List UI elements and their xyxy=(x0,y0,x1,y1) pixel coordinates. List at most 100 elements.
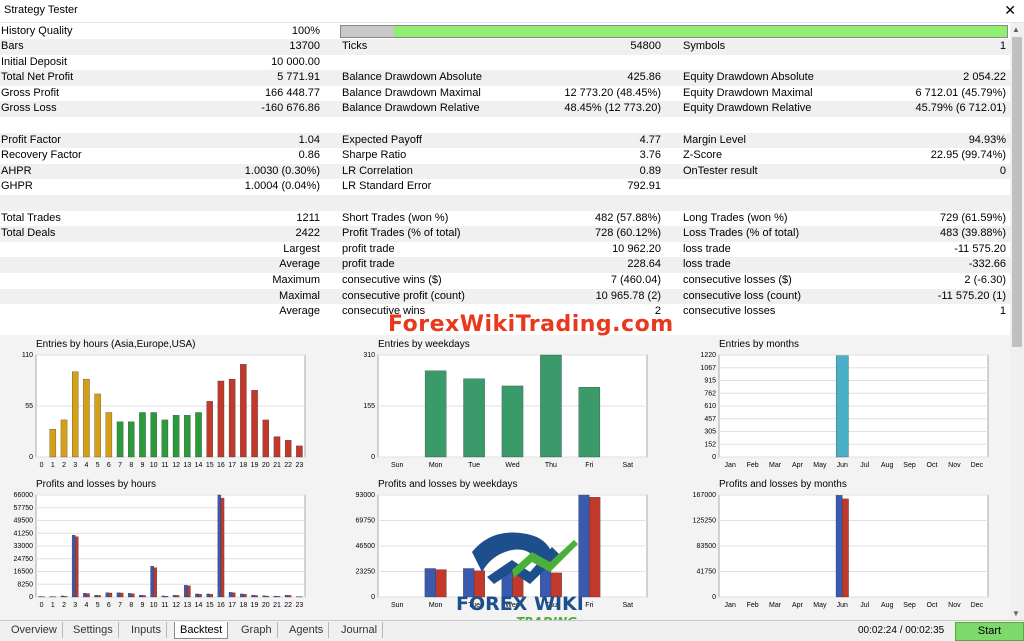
vertical-scrollbar[interactable]: ▲ ▼ xyxy=(1010,23,1024,620)
bar xyxy=(296,446,302,457)
x-tick-label: 2 xyxy=(62,462,66,469)
bar-series-0 xyxy=(106,593,109,597)
stats-cell-c2r: 48.45% (12 773.20) xyxy=(564,102,661,114)
bar xyxy=(502,386,523,457)
y-tick-label: 1067 xyxy=(700,365,716,372)
history-quality-fill xyxy=(394,26,1007,37)
stats-cell-c2l: Profit Trades (% of total) xyxy=(342,227,461,239)
scroll-down-icon[interactable]: ▼ xyxy=(1012,609,1020,618)
x-tick-label: 11 xyxy=(161,602,168,609)
x-tick-label: Oct xyxy=(927,462,938,469)
x-tick-label: Aug xyxy=(881,602,894,609)
forexwiki-logo-icon: FOREX WIKI TRADING xyxy=(452,522,602,632)
x-tick-label: 9 xyxy=(141,462,145,469)
stats-cell-c2l: LR Correlation xyxy=(342,165,413,177)
bar xyxy=(218,381,224,457)
tab-overview[interactable]: Overview xyxy=(6,622,63,638)
tab-inputs[interactable]: Inputs xyxy=(126,622,167,638)
stats-cell-c2l: Balance Drawdown Relative xyxy=(342,102,480,114)
scroll-thumb[interactable] xyxy=(1012,37,1022,347)
start-button[interactable]: Start xyxy=(955,622,1024,641)
stats-cell-c1r: 13700 xyxy=(289,40,320,52)
bar-series-1 xyxy=(176,595,179,597)
bottom-tab-bar: 00:02:24 / 00:02:35 Start OverviewSettin… xyxy=(0,620,1024,641)
tab-settings[interactable]: Settings xyxy=(68,622,119,638)
chart-5: Profits and losses by months041750835001… xyxy=(683,475,1008,615)
x-tick-label: 8 xyxy=(129,602,133,609)
x-tick-label: Aug xyxy=(881,462,894,469)
stats-cell-c1l: AHPR xyxy=(1,165,32,177)
x-tick-label: Mon xyxy=(429,602,443,609)
bar-series-0 xyxy=(263,596,266,597)
y-tick-label: 0 xyxy=(29,594,33,601)
stats-row: Largestprofit trade10 962.20loss trade-1… xyxy=(0,242,1010,258)
bar-series-0 xyxy=(229,592,232,597)
x-tick-label: 22 xyxy=(284,602,292,609)
stats-cell-c2r: 10 962.20 xyxy=(612,243,661,255)
svg-text:FOREX WIKI: FOREX WIKI xyxy=(456,593,584,615)
y-tick-label: 0 xyxy=(29,454,33,461)
stats-cell-c2l: Short Trades (won %) xyxy=(342,212,448,224)
stats-cell-c3r: 94.93% xyxy=(969,134,1006,146)
x-tick-label: 13 xyxy=(183,602,191,609)
bar xyxy=(240,364,246,457)
bar-series-1 xyxy=(131,594,134,597)
history-quality-label: History Quality xyxy=(1,25,73,37)
x-tick-label: 7 xyxy=(118,462,122,469)
close-icon[interactable]: ✕ xyxy=(1004,2,1016,19)
stats-cell-c1l: Gross Profit xyxy=(1,87,59,99)
x-tick-label: Feb xyxy=(747,602,759,609)
chart-title: Profits and losses by hours xyxy=(36,479,156,490)
stats-cell-c3l: consecutive loss (count) xyxy=(683,290,801,302)
y-tick-label: 46500 xyxy=(356,543,376,550)
stats-cell-c2l: Sharpe Ratio xyxy=(342,149,406,161)
stats-row: Averageprofit trade228.64loss trade-332.… xyxy=(0,257,1010,273)
x-tick-label: Apr xyxy=(792,602,804,609)
bar xyxy=(117,422,123,457)
tab-journal[interactable]: Journal xyxy=(336,622,383,638)
x-tick-label: 20 xyxy=(262,602,270,609)
stats-cell-c3l: Equity Drawdown Relative xyxy=(683,102,811,114)
x-tick-label: Jun xyxy=(837,602,848,609)
stats-row xyxy=(0,195,1010,211)
stats-cell-c3l: Symbols xyxy=(683,40,725,52)
x-tick-label: Sep xyxy=(903,462,916,469)
x-tick-label: Oct xyxy=(927,602,938,609)
tab-agents[interactable]: Agents xyxy=(284,622,329,638)
stats-cell-c1l: Initial Deposit xyxy=(1,56,67,68)
bar-series-0 xyxy=(195,594,198,597)
scroll-up-icon[interactable]: ▲ xyxy=(1012,25,1020,34)
bar xyxy=(139,412,145,457)
x-tick-label: May xyxy=(813,602,827,609)
x-tick-label: 0 xyxy=(40,462,44,469)
x-tick-label: May xyxy=(813,462,827,469)
stats-cell-c1r: 166 448.77 xyxy=(265,87,320,99)
bar-series-0 xyxy=(83,593,86,597)
bar-series-1 xyxy=(98,595,101,597)
stats-cell-c2r: 728 (60.12%) xyxy=(595,227,661,239)
x-tick-label: 16 xyxy=(217,462,225,469)
stats-cell-c3l: consecutive losses xyxy=(683,305,775,317)
bar-series-1 xyxy=(142,595,145,597)
stats-cell-c3r: 2 054.22 xyxy=(963,71,1006,83)
bar xyxy=(61,420,67,457)
stats-cell-c1r: Largest xyxy=(283,243,320,255)
y-tick-label: 310 xyxy=(363,352,375,359)
tab-graph[interactable]: Graph xyxy=(236,622,278,638)
stats-cell-c2r: 10 965.78 (2) xyxy=(596,290,661,302)
bar-series-1 xyxy=(277,596,280,597)
stats-row: Bars13700Ticks54800Symbols1 xyxy=(0,39,1010,55)
chart-title: Entries by weekdays xyxy=(378,339,470,350)
y-tick-label: 33000 xyxy=(14,543,34,550)
x-tick-label: Jul xyxy=(860,462,869,469)
stats-cell-c3l: Equity Drawdown Maximal xyxy=(683,87,813,99)
y-tick-label: 0 xyxy=(712,594,716,601)
tab-backtest[interactable]: Backtest xyxy=(174,622,228,639)
x-tick-label: Wed xyxy=(505,462,519,469)
x-tick-label: 3 xyxy=(73,602,77,609)
stats-cell-c3r: -11 575.20 xyxy=(954,243,1006,255)
bar xyxy=(83,379,89,457)
x-tick-label: Mon xyxy=(429,462,443,469)
bar-series-1 xyxy=(266,596,269,597)
stats-cell-c2r: 3.76 xyxy=(640,149,661,161)
